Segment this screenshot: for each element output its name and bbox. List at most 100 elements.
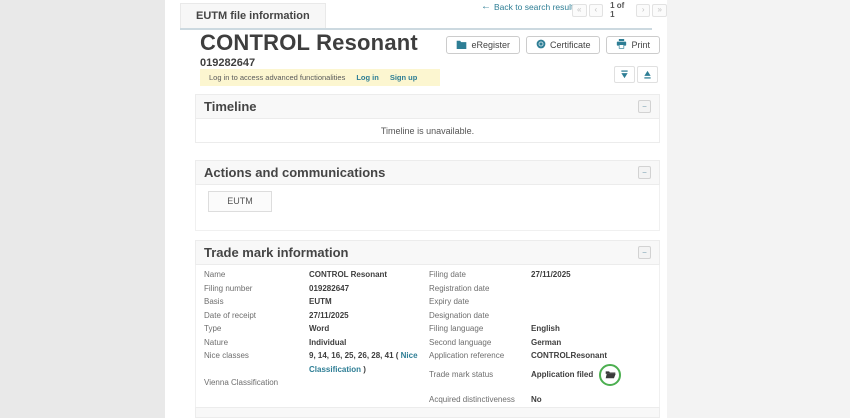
field-row-name: Name CONTROL Resonant	[204, 268, 426, 282]
pagination-prev-button[interactable]: ‹	[589, 4, 604, 17]
content-area: EUTM file information ← Back to search r…	[165, 0, 667, 418]
actions-toggle-button[interactable]: −	[638, 166, 651, 179]
field-label: Vienna Classification	[204, 376, 309, 390]
field-label: Type	[204, 322, 309, 336]
field-label: Designation date	[429, 309, 531, 323]
field-value	[531, 309, 659, 323]
field-value: German	[531, 336, 659, 350]
header-actions: eRegister Certificate Print	[446, 36, 660, 54]
field-value	[531, 295, 659, 309]
field-row-basis: Basis EUTM	[204, 295, 426, 309]
collapse-all-button[interactable]	[637, 66, 658, 83]
field-label: Basis	[204, 295, 309, 309]
field-value: 27/11/2025	[309, 309, 426, 323]
collapse-all-icon	[643, 67, 652, 82]
pagination-last-button[interactable]: »	[652, 4, 667, 17]
folder-icon	[456, 40, 467, 51]
field-row-application-reference: Application reference CONTROLResonant	[429, 349, 659, 363]
field-row-nice-classes: Nice classes 9, 14, 16, 25, 26, 28, 41 (…	[204, 349, 426, 376]
field-label: Acquired distinctiveness	[429, 393, 531, 407]
field-label: Expiry date	[429, 295, 531, 309]
filing-number-heading: 019282647	[200, 57, 255, 69]
trademark-details-right-column: Filing date 27/11/2025 Registration date…	[426, 268, 659, 406]
actions-section: Actions and communications − EUTM	[195, 160, 660, 231]
eregister-label: eRegister	[471, 40, 510, 50]
page-indicator: 1 of 1	[610, 1, 629, 19]
field-value: English	[531, 322, 659, 336]
field-label: Name	[204, 268, 309, 282]
print-button[interactable]: Print	[606, 36, 660, 54]
certificate-label: Certificate	[550, 40, 591, 50]
certificate-button[interactable]: Certificate	[526, 36, 601, 54]
actions-section-header: Actions and communications −	[195, 160, 660, 185]
timeline-title: Timeline	[204, 99, 638, 114]
field-row-acquired-distinctiveness: Acquired distinctiveness No	[429, 393, 659, 407]
timeline-empty-message: Timeline is unavailable.	[381, 126, 474, 136]
pagination-first-button[interactable]: «	[572, 4, 587, 17]
field-row-designation-date: Designation date	[429, 309, 659, 323]
expand-all-button[interactable]	[614, 66, 635, 83]
trademark-details-left-column: Name CONTROL Resonant Filing number 0192…	[196, 268, 426, 406]
field-label: Filing language	[429, 322, 531, 336]
field-row-type: Type Word	[204, 322, 426, 336]
page-title: CONTROL Resonant	[200, 30, 418, 56]
next-section-header-partial	[195, 407, 660, 418]
field-row-date-of-receipt: Date of receipt 27/11/2025	[204, 309, 426, 323]
page-background-left	[0, 0, 165, 418]
application-filed-status-icon	[599, 364, 621, 386]
trademark-title: Trade mark information	[204, 245, 638, 260]
timeline-toggle-button[interactable]: −	[638, 100, 651, 113]
field-row-nature: Nature Individual	[204, 336, 426, 350]
field-label: Registration date	[429, 282, 531, 296]
field-row-second-language: Second language German	[429, 336, 659, 350]
field-value: 019282647	[309, 282, 426, 296]
field-row-trademark-status: Trade mark status Application filed	[429, 363, 659, 387]
field-row-filing-date: Filing date 27/11/2025	[429, 268, 659, 282]
login-link[interactable]: Log in	[356, 73, 379, 82]
field-value: CONTROL Resonant	[309, 268, 426, 282]
pagination: « ‹ 1 of 1 › »	[572, 1, 667, 19]
field-value: 27/11/2025	[531, 268, 659, 282]
actions-body: EUTM	[195, 185, 660, 231]
field-row-filing-number: Filing number 019282647	[204, 282, 426, 296]
timeline-section-header: Timeline −	[195, 94, 660, 119]
field-label: Date of receipt	[204, 309, 309, 323]
login-banner-message: Log in to access advanced functionalitie…	[209, 73, 345, 82]
back-link-label: Back to search results	[494, 2, 578, 12]
field-value: CONTROLResonant	[531, 349, 659, 363]
field-label: Filing number	[204, 282, 309, 296]
nice-classes-suffix: )	[361, 365, 366, 374]
field-value: No	[531, 393, 659, 407]
field-row-vienna-classification: Vienna Classification	[204, 376, 426, 390]
printer-icon	[616, 39, 627, 51]
trademark-toggle-button[interactable]: −	[638, 246, 651, 259]
field-label: Filing date	[429, 268, 531, 282]
field-row-expiry-date: Expiry date	[429, 295, 659, 309]
expand-all-icon	[620, 67, 629, 82]
trademark-section: Trade mark information − Name CONTROL Re…	[195, 240, 660, 411]
seal-icon	[536, 39, 546, 51]
pagination-next-button[interactable]: ›	[636, 4, 651, 17]
eregister-button[interactable]: eRegister	[446, 36, 520, 54]
field-value	[531, 282, 659, 296]
field-value: Word	[309, 322, 426, 336]
tab-eutm-file-information[interactable]: EUTM file information	[180, 3, 326, 29]
tab-eutm[interactable]: EUTM	[208, 191, 272, 212]
back-to-search-results-link[interactable]: ← Back to search results	[481, 2, 578, 12]
field-value	[309, 376, 426, 390]
field-label: Nature	[204, 336, 309, 350]
actions-title: Actions and communications	[204, 165, 638, 180]
field-label: Trade mark status	[429, 368, 531, 382]
login-banner: Log in to access advanced functionalitie…	[200, 69, 440, 86]
field-label: Second language	[429, 336, 531, 350]
trademark-section-header: Trade mark information −	[195, 240, 660, 265]
field-label: Nice classes	[204, 349, 309, 376]
field-value: Individual	[309, 336, 426, 350]
field-value: 9, 14, 16, 25, 26, 28, 41 ( Nice Classif…	[309, 349, 426, 376]
signup-link[interactable]: Sign up	[390, 73, 418, 82]
back-arrow-icon: ←	[481, 2, 491, 12]
timeline-body: Timeline is unavailable.	[195, 119, 660, 143]
trademark-details: Name CONTROL Resonant Filing number 0192…	[195, 265, 660, 411]
nice-classes-numbers: 9, 14, 16, 25, 26, 28, 41 (	[309, 351, 401, 360]
timeline-section: Timeline − Timeline is unavailable.	[195, 94, 660, 143]
